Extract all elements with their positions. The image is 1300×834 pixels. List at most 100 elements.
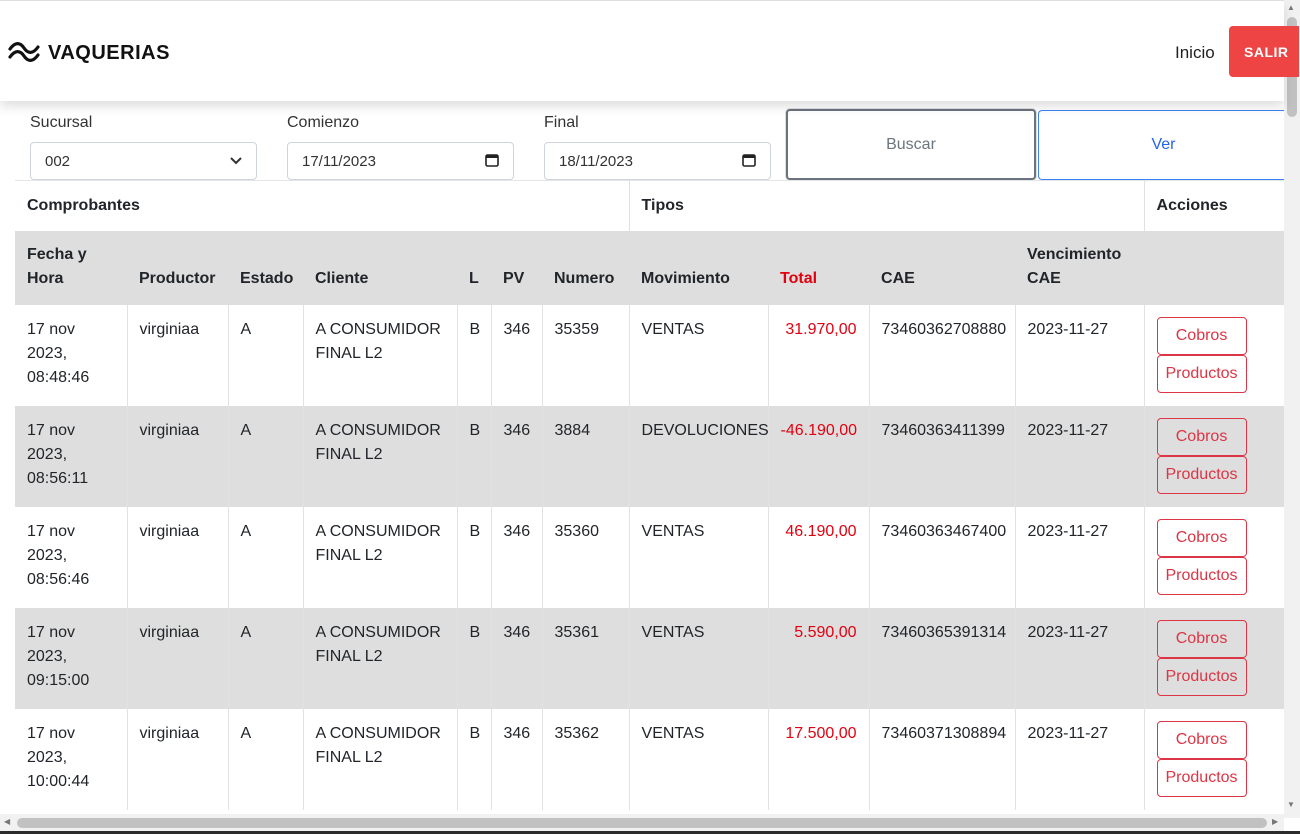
cobros-button[interactable]: Cobros bbox=[1156, 417, 1247, 456]
cell-movimiento: DEVOLUCIONES bbox=[629, 405, 769, 507]
cell-vencimiento: 2023-11-27 bbox=[1015, 506, 1145, 608]
productos-button[interactable]: Productos bbox=[1156, 455, 1247, 494]
cell-acciones: Cobros Productos bbox=[1144, 405, 1284, 507]
salir-button[interactable]: SALIR bbox=[1229, 26, 1299, 77]
comienzo-value: 17/11/2023 bbox=[302, 152, 376, 170]
cell-total: 31.970,00 bbox=[768, 304, 870, 406]
productos-button[interactable]: Productos bbox=[1156, 354, 1247, 393]
wave-logo-icon bbox=[8, 40, 40, 67]
productos-button[interactable]: Productos bbox=[1156, 758, 1247, 797]
horizontal-scroll-thumb[interactable] bbox=[17, 818, 1267, 828]
col-total: Total bbox=[768, 230, 870, 305]
cell-pv: 346 bbox=[491, 607, 543, 709]
cell-movimiento: VENTAS bbox=[629, 607, 769, 709]
cell-cae: 73460363411399 bbox=[869, 405, 1016, 507]
cell-productor: virginiaa bbox=[127, 304, 229, 406]
calendar-icon[interactable] bbox=[742, 153, 756, 170]
ver-button[interactable]: Ver bbox=[1038, 110, 1288, 180]
cell-fecha: 17 nov 2023, 08:48:46 bbox=[15, 304, 128, 406]
comienzo-date-input[interactable]: 17/11/2023 bbox=[287, 142, 514, 180]
sucursal-value: 002 bbox=[45, 152, 71, 170]
cell-total: 5.590,00 bbox=[768, 607, 870, 709]
column-header-row: Fecha y Hora Productor Estado Cliente L … bbox=[15, 230, 1284, 305]
scroll-down-arrow-icon[interactable]: ▼ bbox=[1287, 800, 1295, 809]
table-row: 17 nov 2023, 08:56:46 virginiaa A A CONS… bbox=[15, 506, 1284, 608]
col-cae: CAE bbox=[869, 230, 1016, 305]
cell-estado: A bbox=[228, 405, 304, 507]
cell-l: B bbox=[457, 405, 492, 507]
cell-movimiento: VENTAS bbox=[629, 506, 769, 608]
scroll-right-arrow-icon[interactable]: ▶ bbox=[1272, 817, 1278, 826]
cobros-button[interactable]: Cobros bbox=[1156, 316, 1247, 355]
cell-estado: A bbox=[228, 607, 304, 709]
cell-cliente: A CONSUMIDOR FINAL L2 bbox=[303, 708, 458, 810]
cobros-button[interactable]: Cobros bbox=[1156, 720, 1247, 759]
cell-total: 17.500,00 bbox=[768, 708, 870, 810]
table-row: 17 nov 2023, 09:15:00 virginiaa A A CONS… bbox=[15, 607, 1284, 709]
sucursal-label: Sucursal bbox=[30, 114, 93, 131]
cell-numero: 35360 bbox=[542, 506, 630, 608]
cell-cae: 73460365391314 bbox=[869, 607, 1016, 709]
cell-pv: 346 bbox=[491, 506, 543, 608]
productos-button[interactable]: Productos bbox=[1156, 556, 1247, 595]
cell-numero: 35362 bbox=[542, 708, 630, 810]
cell-l: B bbox=[457, 607, 492, 709]
comienzo-label: Comienzo bbox=[287, 114, 360, 131]
cell-fecha: 17 nov 2023, 09:15:00 bbox=[15, 607, 128, 709]
col-l: L bbox=[457, 230, 491, 305]
cell-total: 46.190,00 bbox=[768, 506, 870, 608]
brand-name: VAQUERIAS bbox=[48, 42, 170, 64]
cell-pv: 346 bbox=[491, 304, 543, 406]
col-cliente: Cliente bbox=[303, 230, 457, 305]
cell-productor: virginiaa bbox=[127, 708, 229, 810]
cell-cae: 73460363467400 bbox=[869, 506, 1016, 608]
cell-vencimiento: 2023-11-27 bbox=[1015, 607, 1145, 709]
cell-vencimiento: 2023-11-27 bbox=[1015, 304, 1145, 406]
cell-l: B bbox=[457, 506, 492, 608]
cell-movimiento: VENTAS bbox=[629, 304, 769, 406]
scroll-up-arrow-icon[interactable]: ▲ bbox=[1287, 3, 1295, 12]
calendar-icon[interactable] bbox=[485, 153, 499, 170]
col-productor: Productor bbox=[127, 230, 228, 305]
table-row: 17 nov 2023, 08:56:11 virginiaa A A CONS… bbox=[15, 405, 1284, 507]
cobros-button[interactable]: Cobros bbox=[1156, 518, 1247, 557]
table-row: 17 nov 2023, 10:00:44 virginiaa A A CONS… bbox=[15, 708, 1284, 810]
cell-acciones: Cobros Productos bbox=[1144, 305, 1284, 406]
sucursal-select[interactable]: 002 bbox=[30, 142, 257, 180]
cell-cliente: A CONSUMIDOR FINAL L2 bbox=[303, 405, 458, 507]
cell-pv: 346 bbox=[491, 405, 543, 507]
cell-numero: 3884 bbox=[542, 405, 630, 507]
cell-pv: 346 bbox=[491, 708, 543, 810]
vertical-scrollbar[interactable]: ▲ ▼ bbox=[1284, 0, 1300, 818]
col-acciones bbox=[1144, 230, 1284, 305]
cell-cliente: A CONSUMIDOR FINAL L2 bbox=[303, 506, 458, 608]
cell-productor: virginiaa bbox=[127, 607, 229, 709]
cell-vencimiento: 2023-11-27 bbox=[1015, 708, 1145, 810]
horizontal-scrollbar[interactable]: ◀ ▶ bbox=[0, 814, 1284, 831]
productos-button[interactable]: Productos bbox=[1156, 657, 1247, 696]
cell-cae: 73460371308894 bbox=[869, 708, 1016, 810]
final-date-input[interactable]: 18/11/2023 bbox=[544, 142, 771, 180]
cell-estado: A bbox=[228, 708, 304, 810]
col-fecha-hora: Fecha y Hora bbox=[15, 230, 127, 305]
cell-l: B bbox=[457, 304, 492, 406]
navbar: VAQUERIAS Inicio SALIR bbox=[0, 0, 1299, 101]
cell-estado: A bbox=[228, 506, 304, 608]
group-comprobantes: Comprobantes bbox=[15, 180, 630, 231]
filter-bar: Sucursal 002 Comienzo 17/11/2023 Final 1… bbox=[0, 101, 1288, 181]
scroll-left-arrow-icon[interactable]: ◀ bbox=[4, 817, 10, 826]
nav-inicio-link[interactable]: Inicio bbox=[1175, 43, 1215, 63]
col-movimiento: Movimiento bbox=[629, 230, 769, 305]
final-label: Final bbox=[544, 114, 579, 131]
chevron-down-icon bbox=[230, 154, 242, 168]
group-tipos: Tipos bbox=[629, 180, 1145, 231]
cell-vencimiento: 2023-11-27 bbox=[1015, 405, 1145, 507]
table-row: 17 nov 2023, 08:48:46 virginiaa A A CONS… bbox=[15, 304, 1284, 406]
brand[interactable]: VAQUERIAS bbox=[8, 40, 170, 67]
cell-movimiento: VENTAS bbox=[629, 708, 769, 810]
cell-cliente: A CONSUMIDOR FINAL L2 bbox=[303, 607, 458, 709]
buscar-button[interactable]: Buscar bbox=[786, 109, 1036, 180]
cell-total: -46.190,00 bbox=[768, 405, 870, 507]
cobros-button[interactable]: Cobros bbox=[1156, 619, 1247, 658]
final-value: 18/11/2023 bbox=[559, 152, 633, 170]
